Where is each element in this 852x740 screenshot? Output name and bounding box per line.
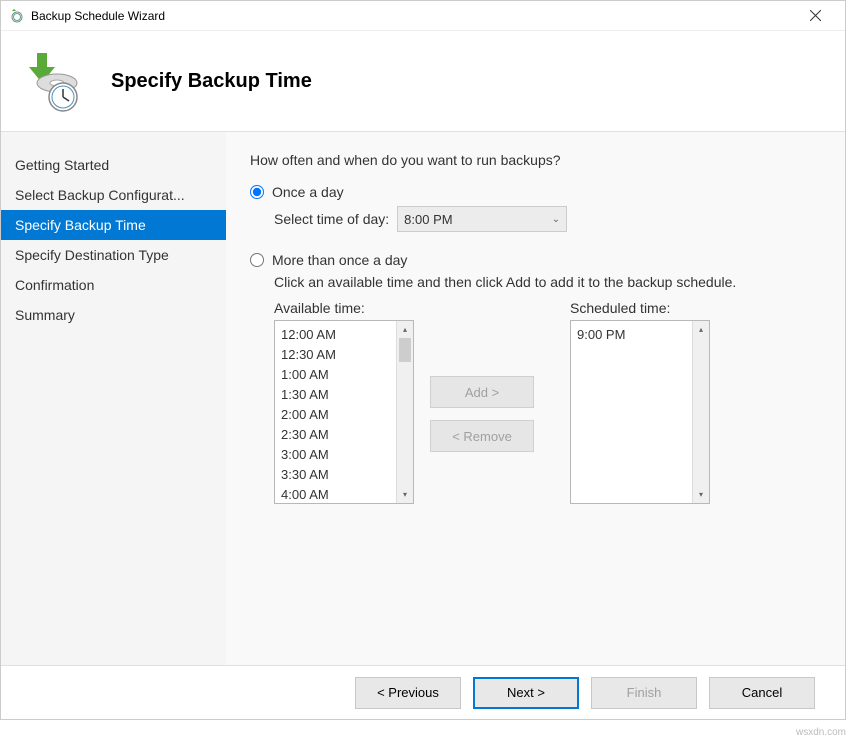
close-icon [810, 10, 821, 21]
available-column: Available time: 12:00 AM 12:30 AM 1:00 A… [274, 300, 414, 504]
add-button[interactable]: Add > [430, 376, 534, 408]
list-item[interactable]: 12:30 AM [281, 345, 390, 365]
radio-once-a-day[interactable]: Once a day [250, 184, 821, 200]
available-listbox[interactable]: 12:00 AM 12:30 AM 1:00 AM 1:30 AM 2:00 A… [274, 320, 414, 504]
list-item[interactable]: 1:00 AM [281, 365, 390, 385]
scheduled-listbox[interactable]: 9:00 PM ▴ ▾ [570, 320, 710, 504]
list-item[interactable]: 9:00 PM [577, 325, 686, 345]
list-item[interactable]: 3:00 AM [281, 445, 390, 465]
transfer-buttons: Add > < Remove [414, 324, 550, 504]
page-title: Specify Backup Time [111, 70, 312, 93]
selected-time-value: 8:00 PM [404, 212, 452, 227]
previous-button[interactable]: < Previous [355, 677, 461, 709]
wizard-body: Getting Started Select Backup Configurat… [1, 131, 845, 666]
radio-once-label: Once a day [272, 184, 344, 200]
dual-list-container: Available time: 12:00 AM 12:30 AM 1:00 A… [274, 300, 821, 504]
close-button[interactable] [793, 2, 837, 30]
available-scrollbar[interactable]: ▴ ▾ [396, 321, 413, 503]
sidebar-item-specify-time[interactable]: Specify Backup Time [1, 210, 226, 240]
available-list-content: 12:00 AM 12:30 AM 1:00 AM 1:30 AM 2:00 A… [275, 321, 396, 503]
list-item[interactable]: 1:30 AM [281, 385, 390, 405]
radio-more-than-once[interactable]: More than once a day [250, 252, 821, 268]
wizard-window: Backup Schedule Wizard Specify Backup Ti… [0, 0, 846, 720]
scroll-up-icon[interactable]: ▴ [693, 321, 709, 338]
list-item[interactable]: 4:00 AM [281, 485, 390, 503]
scheduled-list-content: 9:00 PM [571, 321, 692, 503]
next-button[interactable]: Next > [473, 677, 579, 709]
sidebar-item-getting-started[interactable]: Getting Started [1, 150, 226, 180]
time-of-day-row: Select time of day: 8:00 PM ⌄ [274, 206, 821, 232]
wizard-footer: < Previous Next > Finish Cancel [1, 666, 845, 719]
multi-hint-text: Click an available time and then click A… [274, 274, 821, 290]
window-title: Backup Schedule Wizard [31, 9, 793, 23]
sidebar-item-confirmation[interactable]: Confirmation [1, 270, 226, 300]
scroll-thumb[interactable] [399, 338, 411, 362]
radio-multi-label: More than once a day [272, 252, 407, 268]
cancel-button[interactable]: Cancel [709, 677, 815, 709]
sidebar-item-summary[interactable]: Summary [1, 300, 226, 330]
wizard-header: Specify Backup Time [1, 31, 845, 131]
list-item[interactable]: 12:00 AM [281, 325, 390, 345]
titlebar: Backup Schedule Wizard [1, 1, 845, 31]
time-of-day-select[interactable]: 8:00 PM ⌄ [397, 206, 567, 232]
chevron-down-icon: ⌄ [552, 214, 560, 225]
scroll-track[interactable] [693, 338, 709, 486]
main-panel: How often and when do you want to run ba… [226, 132, 845, 665]
prompt-text: How often and when do you want to run ba… [250, 152, 821, 168]
scroll-down-icon[interactable]: ▾ [693, 486, 709, 503]
available-label: Available time: [274, 300, 414, 316]
app-icon [9, 8, 25, 24]
list-item[interactable]: 2:30 AM [281, 425, 390, 445]
radio-multi-input[interactable] [250, 253, 264, 267]
sidebar-item-select-config[interactable]: Select Backup Configurat... [1, 180, 226, 210]
scheduled-column: Scheduled time: 9:00 PM ▴ ▾ [570, 300, 710, 504]
scroll-down-icon[interactable]: ▾ [397, 486, 413, 503]
list-item[interactable]: 2:00 AM [281, 405, 390, 425]
scroll-up-icon[interactable]: ▴ [397, 321, 413, 338]
steps-sidebar: Getting Started Select Backup Configurat… [1, 132, 226, 665]
header-icon [19, 49, 83, 113]
scheduled-label: Scheduled time: [570, 300, 710, 316]
sidebar-item-destination-type[interactable]: Specify Destination Type [1, 240, 226, 270]
select-time-label: Select time of day: [274, 211, 389, 227]
list-item[interactable]: 3:30 AM [281, 465, 390, 485]
radio-once-input[interactable] [250, 185, 264, 199]
finish-button: Finish [591, 677, 697, 709]
remove-button[interactable]: < Remove [430, 420, 534, 452]
scroll-track[interactable] [397, 338, 413, 486]
watermark: wsxdn.com [796, 727, 846, 738]
scheduled-scrollbar[interactable]: ▴ ▾ [692, 321, 709, 503]
